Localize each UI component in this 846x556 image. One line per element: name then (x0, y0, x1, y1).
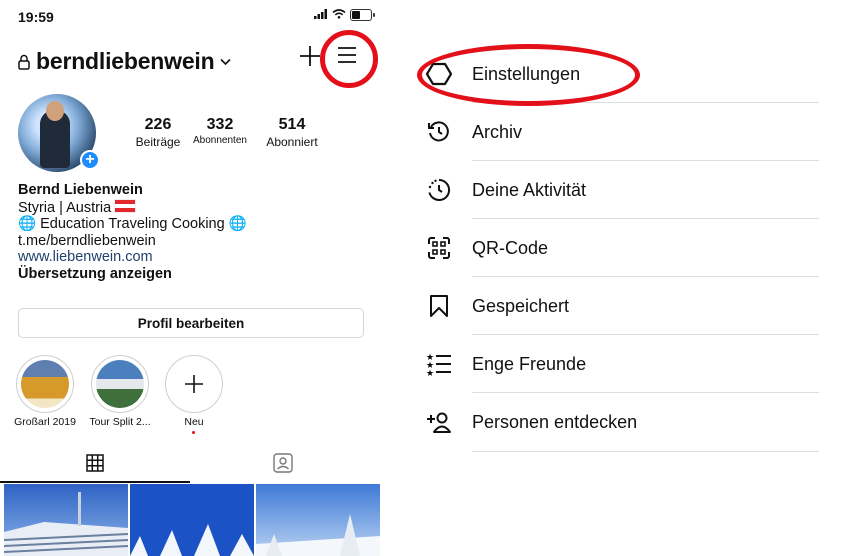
stat-posts[interactable]: 226 Beiträge (133, 116, 183, 149)
highlight-new[interactable] (165, 355, 223, 413)
status-icons (314, 8, 375, 22)
highlight-tour-split[interactable] (91, 355, 149, 413)
bio-interests-line: 🌐 Education Traveling Cooking 🌐 (18, 216, 247, 233)
battery-icon (350, 9, 375, 21)
annotation-oval-settings (417, 44, 640, 106)
grid-icon (86, 454, 104, 472)
menu-item-discover-people[interactable]: Personen entdecken (424, 393, 819, 451)
stat-followers-count: 332 (206, 116, 234, 133)
profile-name: Bernd Liebenwein (18, 182, 143, 198)
lock-icon (18, 54, 30, 70)
close-friends-icon: ★ ★ ★ (424, 352, 454, 376)
menu-item-archive[interactable]: Archiv (424, 103, 819, 161)
highlight-tour-split-image (96, 360, 144, 408)
stat-posts-label: Beiträge (135, 135, 181, 149)
menu-item-activity[interactable]: Deine Aktivität (424, 161, 819, 219)
translate-link[interactable]: Übersetzung anzeigen (18, 266, 247, 283)
highlight-grossarl[interactable] (16, 355, 74, 413)
active-tab-indicator (0, 481, 190, 483)
wifi-icon (332, 8, 346, 22)
bookmark-icon (424, 294, 454, 318)
add-story-badge[interactable]: + (80, 150, 100, 170)
menu-item-qr-code[interactable]: QR-Code (424, 219, 819, 277)
svg-text:★: ★ (426, 369, 434, 376)
tagged-person-icon (273, 453, 293, 473)
menu-item-label: Gespeichert (472, 295, 570, 316)
profile-header: berndliebenwein (18, 48, 232, 75)
menu-item-label: Deine Aktivität (472, 179, 587, 200)
signal-icon (314, 8, 328, 22)
annotation-circle-menu (320, 30, 378, 88)
stat-posts-count: 226 (144, 116, 172, 133)
post-thumbnail[interactable] (4, 484, 128, 556)
menu-item-label: QR-Code (472, 237, 549, 258)
menu-divider (472, 451, 819, 452)
menu-item-label: Personen entdecken (472, 411, 638, 432)
status-time: 19:59 (18, 9, 54, 25)
bio-location: Styria | Austria (18, 199, 112, 216)
menu-item-label: Enge Freunde (472, 353, 587, 374)
plus-icon (185, 375, 203, 393)
chevron-down-icon[interactable] (220, 58, 232, 66)
menu-item-saved[interactable]: Gespeichert (424, 277, 819, 335)
activity-icon (424, 177, 454, 203)
stat-following-label: Abonniert (266, 135, 318, 149)
stat-followers-label: Abonnenten (193, 135, 247, 146)
avatar-head (46, 101, 64, 121)
bio-interests: Education Traveling Cooking (40, 216, 225, 233)
username[interactable]: berndliebenwein (36, 48, 215, 75)
profile-bio: Bernd Liebenwein Styria | Austria 🌐 Educ… (18, 182, 247, 283)
tab-grid[interactable] (86, 454, 104, 477)
tab-tagged[interactable] (272, 452, 294, 479)
globe-icon: 🌐 (18, 216, 37, 233)
create-post-button[interactable] (298, 44, 322, 73)
bio-telegram: t.me/berndliebenwein (18, 232, 156, 249)
highlight-grossarl-image (21, 360, 69, 408)
globe-icon: 🌐 (228, 216, 247, 233)
menu-item-close-friends[interactable]: ★ ★ ★ Enge Freunde (424, 335, 819, 393)
austria-flag-icon (114, 198, 137, 213)
highlight-label: Neu (184, 416, 204, 428)
highlight-label: Großarl 2019 (14, 416, 76, 428)
archive-icon (424, 119, 454, 145)
bio-website-link[interactable]: www.liebenwein.com (18, 249, 247, 266)
stat-following-count: 514 (278, 116, 306, 133)
qr-code-icon (424, 236, 454, 260)
plus-icon (300, 46, 320, 66)
post-thumbnail[interactable] (130, 484, 254, 556)
post-thumbnail[interactable] (256, 484, 380, 556)
stat-following[interactable]: 514 Abonniert (258, 116, 326, 149)
edit-profile-button[interactable]: Profil bearbeiten (18, 308, 364, 338)
stat-followers[interactable]: 332 Abonnenten (186, 116, 254, 146)
bio-location-line: Styria | Austria (18, 198, 247, 217)
menu-item-label: Archiv (472, 121, 523, 142)
add-person-icon (424, 411, 454, 433)
new-dot (192, 431, 195, 434)
